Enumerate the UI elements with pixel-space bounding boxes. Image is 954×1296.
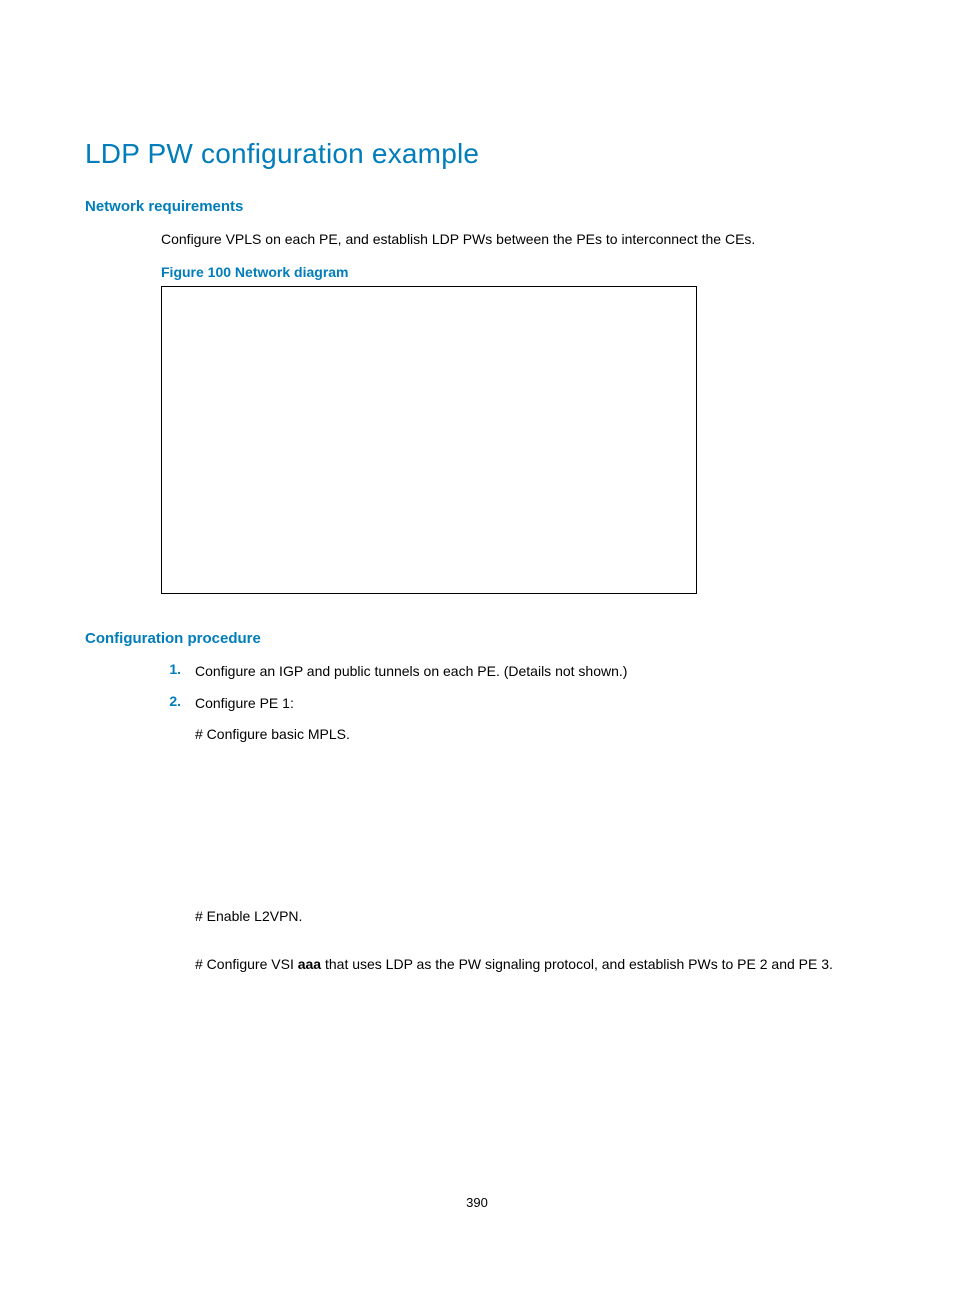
figure-caption: Figure 100 Network diagram xyxy=(161,264,869,280)
page-title: LDP PW configuration example xyxy=(85,138,869,170)
procedure-step-1: 1. Configure an IGP and public tunnels o… xyxy=(161,661,869,683)
page-number: 390 xyxy=(0,1195,954,1210)
substep-configure-vsi: # Configure VSI aaa that uses LDP as the… xyxy=(195,954,869,976)
vsi-name-bold: aaa xyxy=(298,956,321,972)
intro-paragraph: Configure VPLS on each PE, and establish… xyxy=(161,229,869,250)
procedure-step-2: 2. Configure PE 1: xyxy=(161,693,869,715)
substep-text-post: that uses LDP as the PW signaling protoc… xyxy=(321,956,833,972)
step-number: 1. xyxy=(161,661,195,677)
section-configuration-procedure: Configuration procedure xyxy=(85,630,869,647)
substep-configure-mpls: # Configure basic MPLS. xyxy=(195,724,869,746)
step-text: Configure an IGP and public tunnels on e… xyxy=(195,661,869,683)
substep-text-pre: # Configure VSI xyxy=(195,956,298,972)
section-network-requirements: Network requirements xyxy=(85,198,869,215)
network-diagram-placeholder xyxy=(161,286,697,594)
substep-enable-l2vpn: # Enable L2VPN. xyxy=(195,906,869,928)
step-number: 2. xyxy=(161,693,195,709)
step-text: Configure PE 1: xyxy=(195,693,869,715)
